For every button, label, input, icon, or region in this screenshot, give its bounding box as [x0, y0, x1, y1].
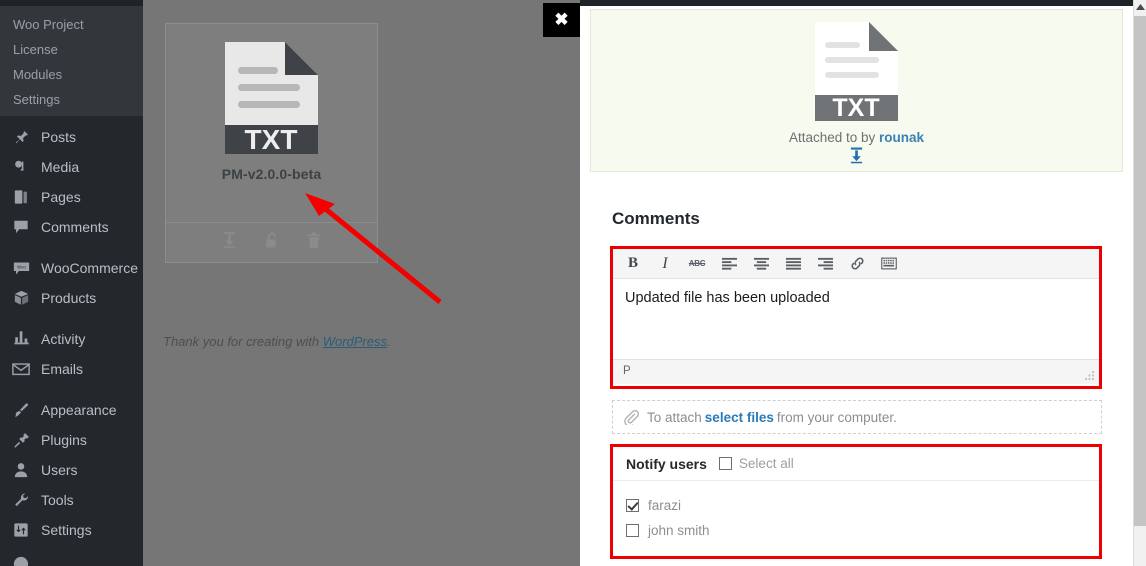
- scroll-up-arrow-icon[interactable]: [1134, 0, 1146, 15]
- sidebar-item-label: Appearance: [41, 402, 117, 418]
- attachment-meta: Attached to by rounak: [789, 130, 924, 145]
- comments-heading: Comments: [612, 209, 700, 228]
- sidebar-item-label: WooCommerce: [41, 260, 138, 276]
- menu-group-system: Appearance Plugins Users Tools Settings: [0, 395, 143, 545]
- envelope-icon: [9, 359, 33, 379]
- svg-text:TXT: TXT: [832, 94, 879, 122]
- unlock-icon[interactable]: [265, 232, 279, 254]
- submenu-item-license[interactable]: License: [0, 37, 143, 62]
- sidebar-item-media[interactable]: Media: [0, 152, 143, 182]
- attach-files-row[interactable]: To attach select files from your compute…: [612, 400, 1102, 434]
- sidebar-item-pages[interactable]: Pages: [0, 182, 143, 212]
- woo-icon: Woo: [9, 258, 33, 278]
- wrench-icon: [9, 490, 33, 510]
- circle-icon: [9, 556, 33, 566]
- menu-divider: [0, 313, 143, 324]
- sidebar-item-label: Users: [41, 462, 78, 478]
- sidebar-item-label: Tools: [41, 492, 74, 508]
- footer-credit-suffix: .: [387, 334, 391, 349]
- sidebar-item-settings[interactable]: Settings: [0, 515, 143, 545]
- menu-group-commerce: Woo WooCommerce Products: [0, 253, 143, 313]
- footer-credit: Thank you for creating with WordPress.: [163, 334, 391, 349]
- submenu-block: Woo Project License Modules Settings: [0, 6, 143, 116]
- user-icon: [9, 460, 33, 480]
- footer-credit-prefix: Thank you for creating with: [163, 334, 323, 349]
- sidebar-item-comments[interactable]: Comments: [0, 212, 143, 242]
- sidebar-item-label: Settings: [41, 522, 92, 538]
- txt-file-icon: TXT: [225, 42, 318, 155]
- sidebar-item-posts[interactable]: Posts: [0, 122, 143, 152]
- box-icon: [9, 288, 33, 308]
- panel-top-strip: [580, 0, 1133, 6]
- sidebar-item-label: Media: [41, 159, 80, 175]
- pages-icon: [9, 187, 33, 207]
- menu-group-activity: Activity Emails: [0, 324, 143, 384]
- vertical-scrollbar[interactable]: [1133, 0, 1146, 566]
- download-icon[interactable]: [222, 232, 237, 253]
- sidebar-item-label: Plugins: [41, 432, 87, 448]
- admin-sidebar: Woo Project License Modules Settings Pos…: [0, 0, 143, 566]
- attachment-preview: TXT Attached to by rounak: [590, 9, 1123, 172]
- sidebar-item-products[interactable]: Products: [0, 283, 143, 313]
- brush-icon: [9, 400, 33, 420]
- select-files-link[interactable]: select files: [705, 410, 774, 425]
- attached-prefix-label: Attached to by: [788, 130, 880, 145]
- comment-bubble-icon: [9, 217, 33, 237]
- sidebar-item-appearance[interactable]: Appearance: [0, 395, 143, 425]
- sidebar-item-tools[interactable]: Tools: [0, 485, 143, 515]
- attached-user-link[interactable]: rounak: [879, 130, 924, 145]
- menu-divider: [0, 384, 143, 395]
- svg-text:Woo: Woo: [17, 264, 26, 269]
- close-modal-button[interactable]: ✖: [543, 3, 580, 37]
- activity-icon: [9, 329, 33, 349]
- scrollbar-thumb[interactable]: [1134, 16, 1146, 526]
- annotation-box-notify: [610, 444, 1102, 559]
- screen: Woo Project License Modules Settings Pos…: [0, 0, 1146, 566]
- file-thumbnail: TXT: [166, 24, 377, 156]
- sidebar-item-label: Posts: [41, 129, 77, 145]
- sidebar-item-label: Products: [41, 290, 97, 306]
- sidebar-item-label: Activity: [41, 331, 86, 347]
- sidebar-item-emails[interactable]: Emails: [0, 354, 143, 384]
- annotation-arrow: [305, 193, 442, 304]
- txt-file-icon-large: TXT: [815, 22, 898, 122]
- close-icon: ✖: [554, 10, 569, 29]
- sidebar-item-activity[interactable]: Activity: [0, 324, 143, 354]
- menu-group-content: Posts Media Pages Comments: [0, 122, 143, 242]
- menu-divider: [0, 545, 143, 556]
- wordpress-link[interactable]: WordPress: [323, 334, 387, 349]
- menu-divider: [0, 242, 143, 253]
- sidebar-item-partial-bottom[interactable]: [0, 556, 143, 566]
- attachment-download-button[interactable]: [849, 147, 864, 169]
- sidebar-item-label: Pages: [41, 189, 81, 205]
- media-icon: [9, 157, 33, 177]
- sidebar-item-users[interactable]: Users: [0, 455, 143, 485]
- attach-suffix-label: from your computer.: [776, 409, 897, 425]
- annotation-box-editor: [610, 246, 1102, 389]
- sidebar-item-label: Emails: [41, 361, 84, 377]
- sidebar-item-plugins[interactable]: Plugins: [0, 425, 143, 455]
- submenu-item-settings[interactable]: Settings: [0, 87, 143, 112]
- plug-icon: [9, 430, 33, 450]
- file-name-label: PM-v2.0.0-beta: [221, 166, 322, 182]
- settings-icon: [9, 520, 33, 540]
- attach-prefix-label: To attach: [647, 409, 702, 425]
- svg-text:TXT: TXT: [245, 124, 298, 155]
- sidebar-item-woocommerce[interactable]: Woo WooCommerce: [0, 253, 143, 283]
- pin-icon: [9, 127, 33, 147]
- sidebar-item-label: Comments: [41, 219, 109, 235]
- submenu-item-modules[interactable]: Modules: [0, 62, 143, 87]
- submenu-item-woo-project[interactable]: Woo Project: [0, 12, 143, 37]
- paperclip-icon: [623, 409, 639, 425]
